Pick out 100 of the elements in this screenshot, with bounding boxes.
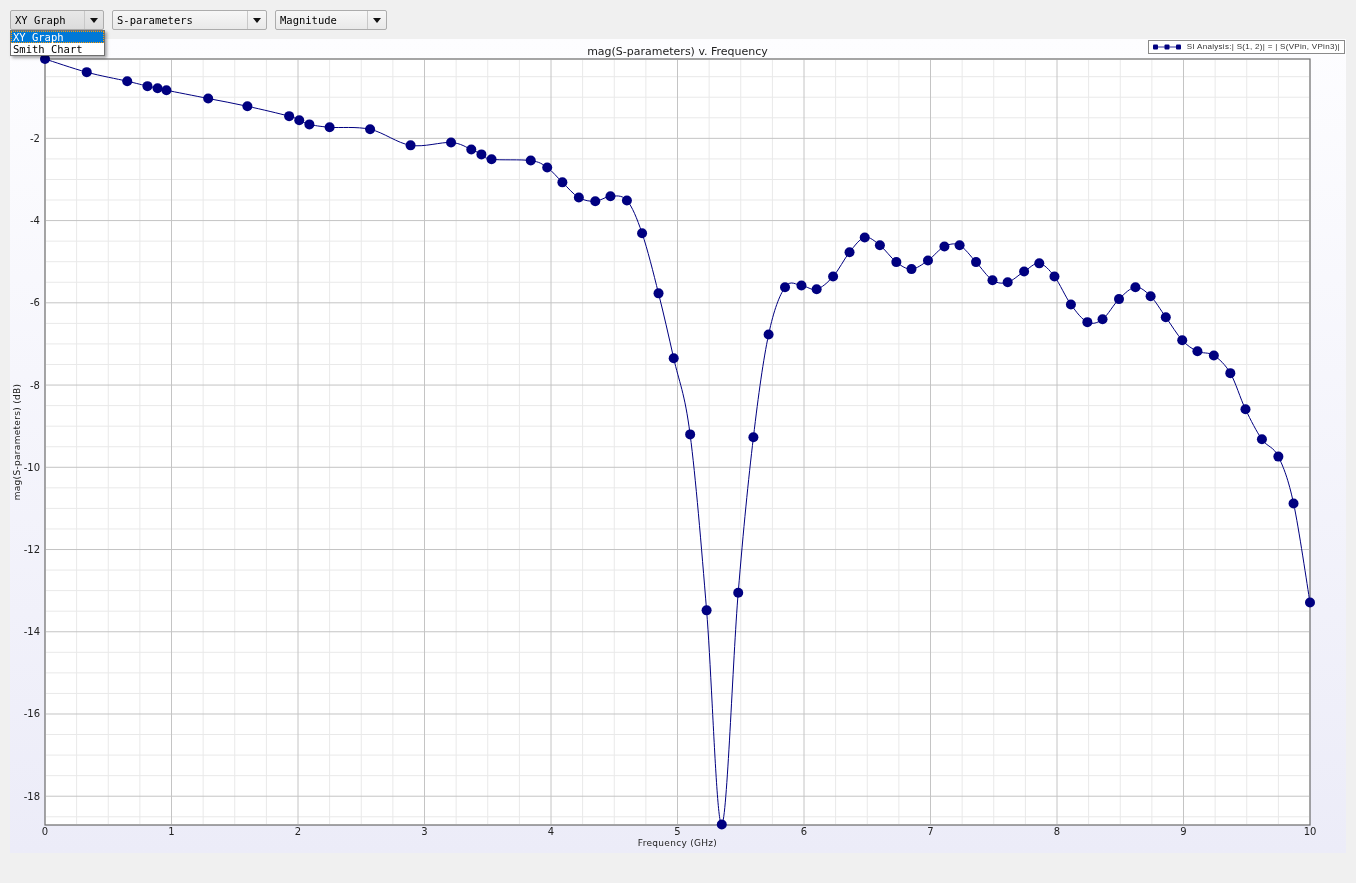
data-point <box>763 329 774 340</box>
legend-label: SI Analysis:| S(1, 2)| = | S(VPin, VPin3)| <box>1186 42 1340 52</box>
y-tick-label: -18 <box>23 790 40 802</box>
x-tick-label: 4 <box>547 826 555 837</box>
data-point <box>874 240 885 251</box>
data-point <box>844 247 855 258</box>
y-tick-label: -2 <box>30 132 40 144</box>
data-point <box>1240 404 1251 415</box>
data-point <box>987 275 998 286</box>
data-point <box>590 196 601 207</box>
data-point <box>242 101 253 112</box>
data-point <box>284 111 295 122</box>
data-point <box>294 115 305 126</box>
y-tick-label: -16 <box>23 708 40 720</box>
y-tick-label: -14 <box>23 626 40 638</box>
caret-icon <box>90 17 98 23</box>
x-tick-label: 7 <box>927 826 934 837</box>
data-point <box>542 162 553 173</box>
data-point <box>1002 277 1013 288</box>
data-point <box>486 154 497 165</box>
data-point <box>405 140 416 151</box>
x-tick-label: 5 <box>674 826 681 837</box>
data-point <box>1049 271 1060 282</box>
data-point <box>122 76 133 87</box>
x-tick-label: 10 <box>1303 826 1317 837</box>
data-point <box>161 85 172 96</box>
data-point <box>324 122 335 133</box>
dropdown-option[interactable]: XY Graph <box>11 31 104 43</box>
data-point <box>859 232 870 243</box>
y-tick-label: -8 <box>30 379 40 391</box>
data-point <box>605 191 616 202</box>
data-point <box>621 195 632 206</box>
dropdown[interactable]: XY Graph <box>10 10 104 30</box>
data-point <box>1145 291 1156 302</box>
data-point <box>1097 314 1108 325</box>
data-point <box>922 255 933 266</box>
chart-title: mag(S-parameters) v. Frequency <box>587 45 768 58</box>
data-point <box>796 280 807 291</box>
dropdown[interactable]: S-parameters <box>112 10 267 30</box>
x-tick-label: 9 <box>1180 826 1187 837</box>
data-point <box>653 288 664 299</box>
data-point <box>1019 266 1030 277</box>
data-point <box>476 149 487 160</box>
data-point <box>1130 282 1141 293</box>
data-point <box>40 54 50 64</box>
x-tick-label: 2 <box>294 826 302 837</box>
data-point <box>939 241 950 252</box>
data-point <box>1208 350 1219 361</box>
data-point <box>203 93 214 104</box>
data-point <box>525 155 536 166</box>
y-tick-label: -4 <box>30 215 40 227</box>
data-point <box>1160 312 1171 323</box>
data-point <box>1225 368 1236 379</box>
y-tick-label: -12 <box>23 544 40 555</box>
caret-icon <box>373 17 381 23</box>
y-tick-label: -10 <box>23 461 40 473</box>
data-point <box>685 429 696 440</box>
caret-icon <box>253 17 261 23</box>
data-point <box>365 124 376 135</box>
y-tick-label: -6 <box>30 297 40 309</box>
data-point <box>142 81 153 92</box>
data-point <box>1082 317 1093 328</box>
data-point <box>828 271 839 282</box>
data-point <box>152 83 163 94</box>
data-point <box>81 67 92 78</box>
dropdown-option[interactable]: Smith Chart <box>11 43 104 55</box>
x-tick-label: 0 <box>41 826 49 837</box>
data-point <box>954 240 965 251</box>
data-point <box>466 144 477 155</box>
data-point <box>748 432 759 443</box>
data-point <box>1192 346 1203 357</box>
data-point <box>811 284 822 295</box>
data-point <box>446 137 457 148</box>
data-point <box>733 587 744 598</box>
data-point <box>1114 294 1124 305</box>
data-point <box>637 228 648 239</box>
data-point <box>780 282 791 293</box>
data-point <box>1288 498 1299 509</box>
x-tick-label: 1 <box>168 826 175 837</box>
dropdown[interactable]: Magnitude <box>275 10 387 30</box>
data-point <box>701 605 712 616</box>
x-axis-label: Frequency (GHz) <box>637 838 718 848</box>
data-point <box>1256 434 1267 445</box>
data-point <box>1065 299 1076 310</box>
data-point <box>573 192 584 203</box>
data-point <box>1177 335 1188 346</box>
data-point <box>668 353 679 364</box>
data-point <box>304 119 315 130</box>
x-tick-label: 6 <box>800 826 808 837</box>
x-tick-label: 3 <box>421 826 428 837</box>
x-tick-label: 8 <box>1053 826 1061 837</box>
data-point <box>891 257 902 268</box>
data-point <box>971 257 982 268</box>
data-point <box>1273 451 1284 462</box>
data-point <box>557 177 568 188</box>
data-point <box>1305 597 1315 608</box>
data-point <box>906 264 917 275</box>
y-axis-label: mag(S-parameters) (dB) <box>12 383 22 501</box>
data-point <box>1034 258 1045 269</box>
data-point <box>716 819 727 830</box>
